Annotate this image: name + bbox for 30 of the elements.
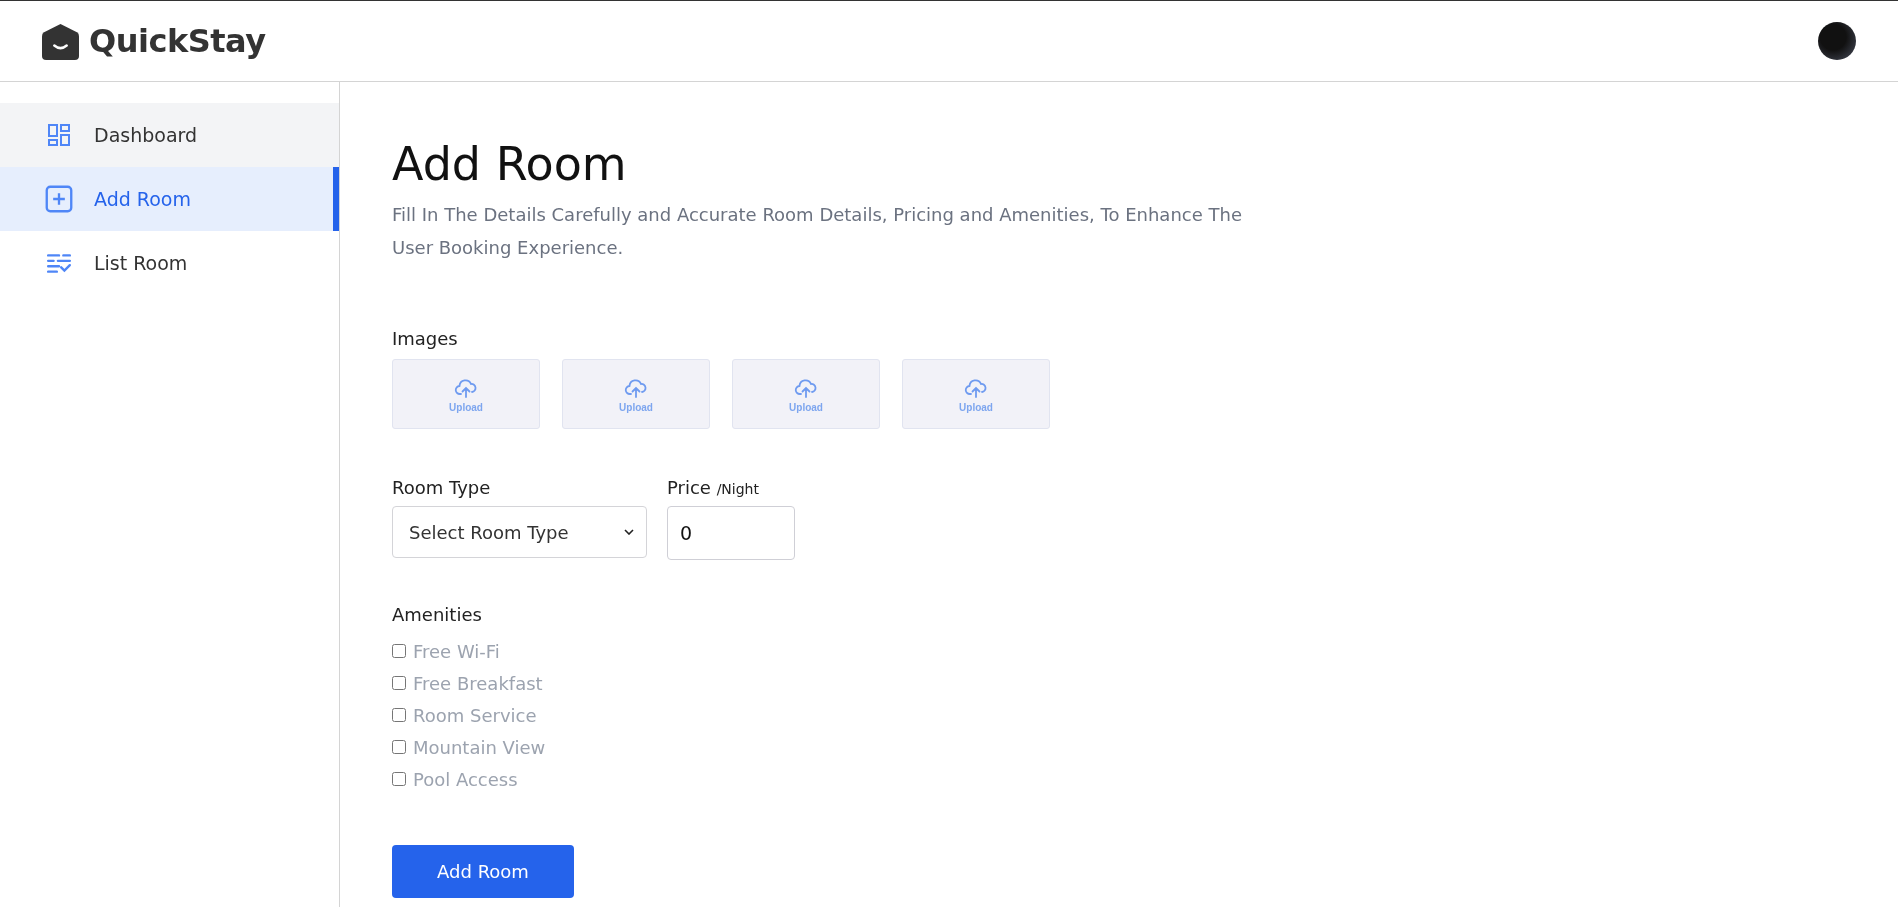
sidebar-item[interactable]: Add Room [0,167,339,231]
page-title: Add Room [392,136,628,193]
chevron-down-icon [624,529,634,535]
images-label: Images [392,328,459,349]
amenities-label: Amenities [392,604,483,625]
plus-square-icon [45,185,73,213]
brand-name: QuickStay [89,22,266,60]
avatar[interactable] [1818,22,1856,60]
price-label: Price [667,477,711,498]
add-room-button[interactable]: Add Room [392,845,574,898]
amenity-checkbox[interactable] [392,772,406,786]
dashboard-grid-icon [47,123,71,147]
amenity-label: Free Breakfast [413,672,543,694]
amenity-label: Mountain View [413,736,546,758]
page-description: Fill In The Details Carefully and Accurate Room Details, Pricing and Amenities, To Enhance The User Booking Experience. [392,203,1243,260]
amenity-checkbox[interactable] [392,676,406,690]
sidebar-item[interactable]: Dashboard [0,103,339,167]
amenity-label: Free Wi-Fi [413,640,500,662]
list-check-icon [46,252,72,274]
price-input[interactable]: 0 [667,506,795,560]
amenity-label: Pool Access [413,768,518,790]
amenity-checkbox[interactable] [392,644,406,658]
price-unit: /Night [716,481,759,497]
sidebar-item[interactable]: List Room [0,231,339,295]
room-type-label: Room Type [392,477,492,498]
amenity-checkbox[interactable] [392,708,406,722]
room-type-dropdown[interactable]: Select Room Type [392,506,647,558]
amenity-checkbox[interactable] [392,740,406,754]
amenity-label: Room Service [413,704,537,726]
house-logo-icon [42,22,79,60]
